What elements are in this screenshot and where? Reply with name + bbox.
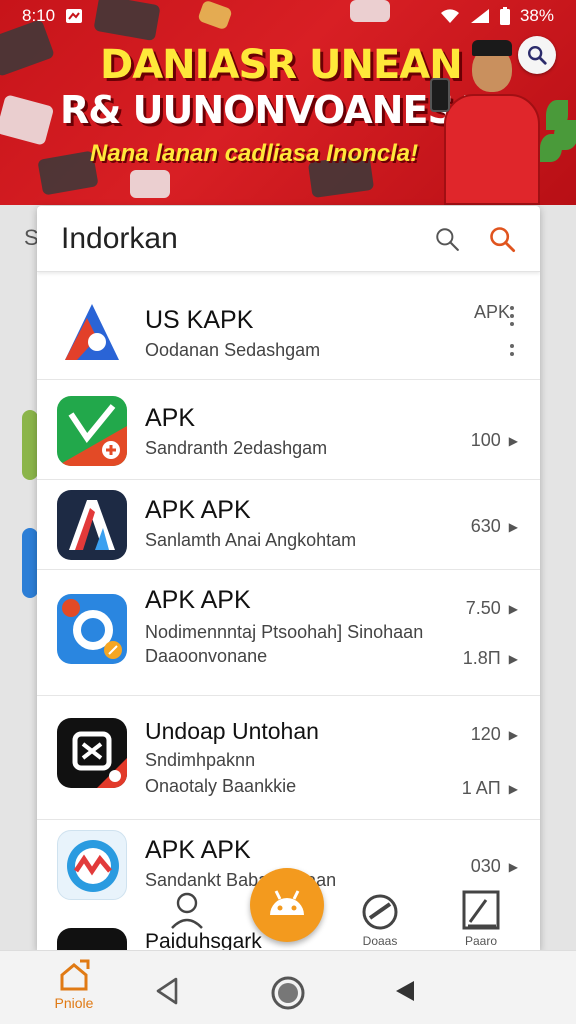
android-icon <box>270 890 304 915</box>
app-size: 7.50 ▶ <box>465 598 518 618</box>
battery-icon <box>499 7 510 25</box>
chevron-right-icon: ▶ <box>508 601 518 616</box>
app-icon <box>57 396 127 466</box>
app-icon <box>57 830 127 900</box>
background-item <box>22 528 38 598</box>
person-icon <box>171 892 203 929</box>
more-icon[interactable] <box>510 306 514 330</box>
android-fab-button[interactable] <box>250 868 324 942</box>
back-triangle-icon <box>156 977 178 1005</box>
notification-icon <box>66 9 83 23</box>
chevron-right-icon: ▶ <box>508 859 518 874</box>
signal-icon <box>470 9 489 23</box>
app-size: 030 ▶ <box>470 856 518 876</box>
card-title: Indorkan <box>61 221 178 255</box>
back-button[interactable] <box>154 977 180 1010</box>
status-bar: 8:10 38% <box>0 0 576 32</box>
box-decoration <box>0 94 55 146</box>
banner-search-button[interactable] <box>518 36 556 74</box>
app-icon <box>57 928 127 950</box>
status-time: 8:10 <box>22 6 56 25</box>
app-name: APK APK <box>145 496 251 524</box>
box-decoration <box>130 170 170 198</box>
chevron-right-icon: ▶ <box>508 651 518 666</box>
chevron-right-icon: ▶ <box>508 727 518 742</box>
card-header: Indorkan <box>37 206 540 272</box>
home-icon <box>60 959 90 991</box>
app-description: Sanlamth Anai Angkohtam <box>145 530 357 550</box>
chevron-right-icon: ▶ <box>508 433 518 448</box>
app-list-item[interactable]: APK APK Nodimennntaj Ptsoohah] Sinohaan … <box>37 570 540 696</box>
recents-button[interactable] <box>392 977 418 1010</box>
home-button[interactable] <box>270 975 306 1016</box>
chevron-right-icon: ▶ <box>508 781 518 796</box>
tab-label: Doaas <box>362 934 398 948</box>
app-icon <box>57 594 127 664</box>
plant-decoration <box>540 100 576 180</box>
tab-label: Paaro <box>464 934 498 948</box>
document-icon <box>462 890 500 930</box>
search-icon <box>528 46 547 65</box>
app-size: 630 ▶ <box>470 516 518 536</box>
search-orange-icon[interactable] <box>488 225 516 253</box>
app-list-item[interactable]: APK Sandranth 2edashgam 100 ▶ <box>37 380 540 480</box>
recents-triangle-icon <box>396 981 414 1001</box>
tab-page[interactable]: Paaro <box>458 888 504 948</box>
app-description-extra: Onaotaly Baankkie <box>145 776 297 796</box>
app-name: Undoap Untohan <box>145 718 319 744</box>
app-rating: 1 AΠ ▶ <box>461 778 518 798</box>
app-rating: 1.8Π ▶ <box>462 648 518 668</box>
app-name: APK <box>145 404 196 432</box>
app-description: Nodimennntaj Ptsoohah] Sinohaan <box>145 622 424 642</box>
app-size: APK <box>473 302 510 322</box>
banner-title: DANIASR UNEAN <box>100 42 463 88</box>
app-size: 120 ▶ <box>470 724 518 744</box>
app-description-extra: Daaoonvonane <box>145 646 268 666</box>
app-name: APK APK <box>145 586 251 614</box>
app-icon <box>57 490 127 560</box>
app-size: 100 ▶ <box>470 430 518 450</box>
app-list-item[interactable]: US KAPK Oodanan Sedashgam APK <box>37 282 540 380</box>
banner-subtitle: Nana lanan cadliasa Inoncla! <box>90 140 419 167</box>
app-name: Paiduhsgark <box>145 930 262 950</box>
chevron-right-icon: ▶ <box>508 519 518 534</box>
search-results-card: Indorkan US KAPK Oodanan Sedashgam APK A… <box>37 206 540 950</box>
tab-downloads[interactable]: Doaas <box>358 892 402 948</box>
app-icon <box>57 298 127 368</box>
app-list-item[interactable]: Undoap Untohan Sndimhpaknn Onaotaly Baan… <box>37 696 540 820</box>
tab-profile[interactable] <box>168 890 206 930</box>
app-description: Sndimhpaknn <box>145 750 256 770</box>
app-name: US KAPK <box>145 306 254 334</box>
background-item <box>22 410 38 480</box>
app-name: APK APK <box>145 836 251 864</box>
app-icon <box>57 718 127 788</box>
nav-home-label: Pniole <box>54 995 94 1011</box>
download-icon <box>362 894 398 930</box>
bottom-nav-bar: Pniole <box>0 950 576 1024</box>
wifi-icon <box>440 9 459 23</box>
nav-home-button[interactable]: Pniole <box>48 959 100 1011</box>
app-description: Oodanan Sedashgam <box>145 340 321 360</box>
app-description: Sandranth 2edashgam <box>145 438 328 458</box>
app-list-item[interactable]: APK APK Sanlamth Anai Angkohtam 630 ▶ <box>37 480 540 570</box>
phone-icon <box>430 78 450 112</box>
home-circle-icon <box>271 976 305 1010</box>
search-icon[interactable] <box>434 226 460 252</box>
battery-percent: 38% <box>519 6 554 25</box>
more-icon[interactable] <box>510 344 514 360</box>
